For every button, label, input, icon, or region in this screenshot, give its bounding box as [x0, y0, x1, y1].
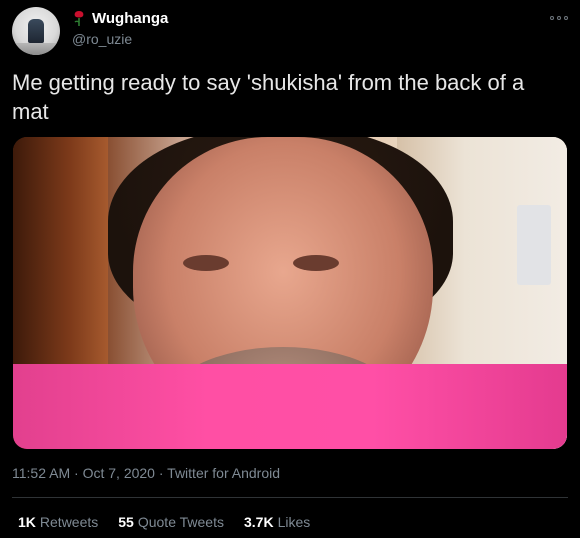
engagement-stats: 1K Retweets 55 Quote Tweets 3.7K Likes	[18, 514, 310, 530]
retweets-stat[interactable]: 1K Retweets	[18, 514, 98, 530]
display-name[interactable]: Wughanga	[92, 10, 168, 27]
tweet-source[interactable]: Twitter for Android	[167, 465, 280, 481]
light-switch	[517, 205, 551, 285]
dot-icon	[557, 16, 561, 20]
tweet-time[interactable]: 11:52 AM	[12, 465, 70, 481]
tweet-date[interactable]: Oct 7, 2020	[83, 465, 155, 481]
quote-count: 55	[118, 514, 134, 530]
likes-stat[interactable]: 3.7K Likes	[244, 514, 310, 530]
rose-icon	[74, 11, 84, 26]
pink-shirt	[13, 364, 567, 449]
dot-icon	[550, 16, 554, 20]
likes-count: 3.7K	[243, 514, 274, 530]
author-name-row: Wughanga	[72, 9, 168, 27]
divider	[12, 497, 568, 498]
avatar[interactable]	[12, 7, 60, 55]
avatar-ground	[12, 43, 60, 55]
user-handle[interactable]: @ro_uzie	[72, 31, 132, 47]
likes-label: Likes	[277, 514, 311, 530]
tweet-media-image[interactable]	[13, 137, 567, 449]
quote-tweets-stat[interactable]: 55 Quote Tweets	[118, 514, 224, 530]
retweets-label: Retweets	[39, 514, 99, 530]
eye	[183, 255, 229, 271]
retweets-count: 1K	[18, 514, 36, 530]
avatar-figure	[28, 19, 44, 43]
tweet-text: Me getting ready to say 'shukisha' from …	[12, 70, 525, 124]
tweet-metadata: 11:52 AM · Oct 7, 2020 · Twitter for And…	[12, 465, 280, 481]
dot-icon	[564, 16, 568, 20]
eye	[293, 255, 339, 271]
separator: ·	[74, 465, 79, 481]
quote-label: Quote Tweets	[137, 514, 224, 530]
separator: ·	[158, 465, 164, 481]
more-options-icon[interactable]	[550, 14, 568, 22]
tweet-card: Wughanga @ro_uzie Me getting ready to sa…	[0, 0, 580, 538]
